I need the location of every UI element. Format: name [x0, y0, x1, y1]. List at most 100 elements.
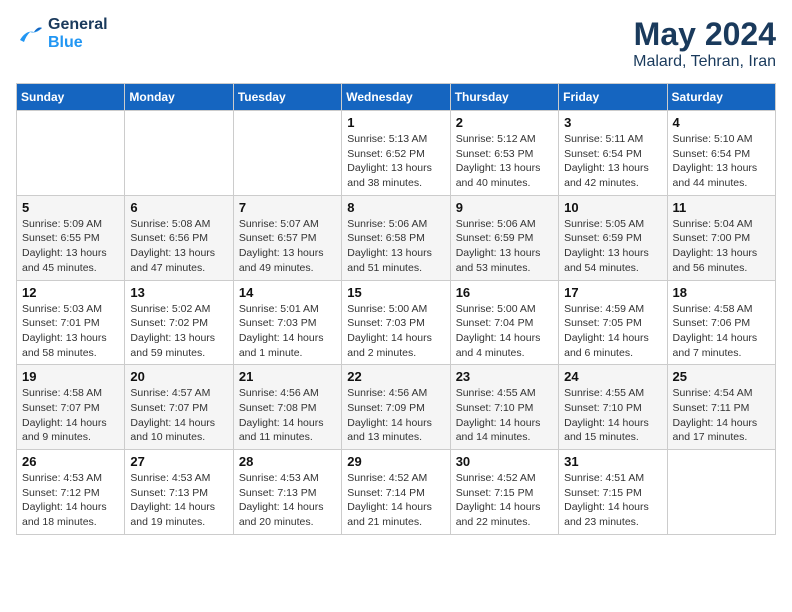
- calendar-week-row: 26 Sunrise: 4:53 AM Sunset: 7:12 PM Dayli…: [17, 450, 776, 535]
- day-number: 19: [22, 369, 119, 384]
- calendar-cell: 10 Sunrise: 5:05 AM Sunset: 6:59 PM Dayli…: [559, 195, 667, 280]
- calendar-cell: 17 Sunrise: 4:59 AM Sunset: 7:05 PM Dayli…: [559, 280, 667, 365]
- day-info: Sunrise: 4:52 AM Sunset: 7:15 PM Dayligh…: [456, 471, 553, 530]
- calendar-cell: [17, 111, 125, 196]
- calendar-cell: 12 Sunrise: 5:03 AM Sunset: 7:01 PM Dayli…: [17, 280, 125, 365]
- calendar-cell: 30 Sunrise: 4:52 AM Sunset: 7:15 PM Dayli…: [450, 450, 558, 535]
- day-info: Sunrise: 4:56 AM Sunset: 7:09 PM Dayligh…: [347, 386, 444, 445]
- day-number: 25: [673, 369, 770, 384]
- weekday-header: Wednesday: [342, 84, 450, 111]
- weekday-header: Monday: [125, 84, 233, 111]
- day-number: 23: [456, 369, 553, 384]
- day-number: 26: [22, 454, 119, 469]
- day-number: 9: [456, 200, 553, 215]
- calendar-cell: 4Sunrise: 5:10 AM Sunset: 6:54 PM Daylig…: [667, 111, 775, 196]
- calendar-cell: 22 Sunrise: 4:56 AM Sunset: 7:09 PM Dayli…: [342, 365, 450, 450]
- day-number: 3: [564, 115, 661, 130]
- day-number: 8: [347, 200, 444, 215]
- calendar-cell: 9 Sunrise: 5:06 AM Sunset: 6:59 PM Daylig…: [450, 195, 558, 280]
- calendar-cell: 16 Sunrise: 5:00 AM Sunset: 7:04 PM Dayli…: [450, 280, 558, 365]
- calendar-cell: 29Sunrise: 4:52 AM Sunset: 7:14 PM Dayli…: [342, 450, 450, 535]
- calendar-cell: 3 Sunrise: 5:11 AM Sunset: 6:54 PM Daylig…: [559, 111, 667, 196]
- calendar-cell: 21 Sunrise: 4:56 AM Sunset: 7:08 PM Dayli…: [233, 365, 341, 450]
- weekday-header: Friday: [559, 84, 667, 111]
- calendar-cell: 27 Sunrise: 4:53 AM Sunset: 7:13 PM Dayli…: [125, 450, 233, 535]
- calendar-cell: 24 Sunrise: 4:55 AM Sunset: 7:10 PM Dayli…: [559, 365, 667, 450]
- day-info: Sunrise: 4:51 AM Sunset: 7:15 PM Dayligh…: [564, 471, 661, 530]
- day-info: Sunrise: 5:00 AM Sunset: 7:04 PM Dayligh…: [456, 302, 553, 361]
- calendar-cell: 20 Sunrise: 4:57 AM Sunset: 7:07 PM Dayli…: [125, 365, 233, 450]
- day-number: 28: [239, 454, 336, 469]
- day-number: 31: [564, 454, 661, 469]
- day-info: Sunrise: 5:04 AM Sunset: 7:00 PM Dayligh…: [673, 217, 770, 276]
- day-info: Sunrise: 5:11 AM Sunset: 6:54 PM Dayligh…: [564, 132, 661, 191]
- calendar-cell: 5Sunrise: 5:09 AM Sunset: 6:55 PM Daylig…: [17, 195, 125, 280]
- calendar-cell: 2Sunrise: 5:12 AM Sunset: 6:53 PM Daylig…: [450, 111, 558, 196]
- calendar-cell: 11 Sunrise: 5:04 AM Sunset: 7:00 PM Dayli…: [667, 195, 775, 280]
- day-number: 20: [130, 369, 227, 384]
- day-info: Sunrise: 4:53 AM Sunset: 7:12 PM Dayligh…: [22, 471, 119, 530]
- day-info: Sunrise: 5:03 AM Sunset: 7:01 PM Dayligh…: [22, 302, 119, 361]
- day-number: 27: [130, 454, 227, 469]
- day-info: Sunrise: 5:13 AM Sunset: 6:52 PM Dayligh…: [347, 132, 444, 191]
- calendar-cell: 31 Sunrise: 4:51 AM Sunset: 7:15 PM Dayli…: [559, 450, 667, 535]
- calendar-cell: 6 Sunrise: 5:08 AM Sunset: 6:56 PM Daylig…: [125, 195, 233, 280]
- day-number: 10: [564, 200, 661, 215]
- weekday-header: Thursday: [450, 84, 558, 111]
- calendar-body: 1 Sunrise: 5:13 AM Sunset: 6:52 PM Daylig…: [17, 111, 776, 535]
- calendar-cell: 25 Sunrise: 4:54 AM Sunset: 7:11 PM Dayli…: [667, 365, 775, 450]
- day-info: Sunrise: 5:05 AM Sunset: 6:59 PM Dayligh…: [564, 217, 661, 276]
- calendar-cell: 7Sunrise: 5:07 AM Sunset: 6:57 PM Daylig…: [233, 195, 341, 280]
- day-info: Sunrise: 4:57 AM Sunset: 7:07 PM Dayligh…: [130, 386, 227, 445]
- day-info: Sunrise: 5:06 AM Sunset: 6:59 PM Dayligh…: [456, 217, 553, 276]
- logo-icon: [16, 22, 44, 46]
- calendar-week-row: 12 Sunrise: 5:03 AM Sunset: 7:01 PM Dayli…: [17, 280, 776, 365]
- day-number: 13: [130, 285, 227, 300]
- day-number: 15: [347, 285, 444, 300]
- day-info: Sunrise: 5:06 AM Sunset: 6:58 PM Dayligh…: [347, 217, 444, 276]
- day-info: Sunrise: 5:02 AM Sunset: 7:02 PM Dayligh…: [130, 302, 227, 361]
- calendar-cell: 18 Sunrise: 4:58 AM Sunset: 7:06 PM Dayli…: [667, 280, 775, 365]
- day-info: Sunrise: 4:55 AM Sunset: 7:10 PM Dayligh…: [564, 386, 661, 445]
- day-number: 6: [130, 200, 227, 215]
- day-info: Sunrise: 5:00 AM Sunset: 7:03 PM Dayligh…: [347, 302, 444, 361]
- day-number: 29: [347, 454, 444, 469]
- day-info: Sunrise: 4:55 AM Sunset: 7:10 PM Dayligh…: [456, 386, 553, 445]
- day-number: 18: [673, 285, 770, 300]
- day-number: 16: [456, 285, 553, 300]
- calendar-week-row: 1 Sunrise: 5:13 AM Sunset: 6:52 PM Daylig…: [17, 111, 776, 196]
- day-info: Sunrise: 4:58 AM Sunset: 7:06 PM Dayligh…: [673, 302, 770, 361]
- calendar-cell: 15 Sunrise: 5:00 AM Sunset: 7:03 PM Dayli…: [342, 280, 450, 365]
- day-info: Sunrise: 4:58 AM Sunset: 7:07 PM Dayligh…: [22, 386, 119, 445]
- day-number: 11: [673, 200, 770, 215]
- day-info: Sunrise: 5:08 AM Sunset: 6:56 PM Dayligh…: [130, 217, 227, 276]
- day-info: Sunrise: 4:59 AM Sunset: 7:05 PM Dayligh…: [564, 302, 661, 361]
- calendar-cell: 26 Sunrise: 4:53 AM Sunset: 7:12 PM Dayli…: [17, 450, 125, 535]
- day-info: Sunrise: 4:54 AM Sunset: 7:11 PM Dayligh…: [673, 386, 770, 445]
- day-number: 12: [22, 285, 119, 300]
- calendar-header: SundayMondayTuesdayWednesdayThursdayFrid…: [17, 84, 776, 111]
- calendar-week-row: 19 Sunrise: 4:58 AM Sunset: 7:07 PM Dayli…: [17, 365, 776, 450]
- day-number: 30: [456, 454, 553, 469]
- weekday-header: Saturday: [667, 84, 775, 111]
- day-number: 2: [456, 115, 553, 130]
- day-info: Sunrise: 4:53 AM Sunset: 7:13 PM Dayligh…: [239, 471, 336, 530]
- weekday-header: Sunday: [17, 84, 125, 111]
- calendar-cell: 8 Sunrise: 5:06 AM Sunset: 6:58 PM Daylig…: [342, 195, 450, 280]
- calendar-cell: 23 Sunrise: 4:55 AM Sunset: 7:10 PM Dayli…: [450, 365, 558, 450]
- day-number: 22: [347, 369, 444, 384]
- day-info: Sunrise: 4:56 AM Sunset: 7:08 PM Dayligh…: [239, 386, 336, 445]
- weekday-header: Tuesday: [233, 84, 341, 111]
- day-info: Sunrise: 4:53 AM Sunset: 7:13 PM Dayligh…: [130, 471, 227, 530]
- calendar-cell: 1 Sunrise: 5:13 AM Sunset: 6:52 PM Daylig…: [342, 111, 450, 196]
- day-info: Sunrise: 5:07 AM Sunset: 6:57 PM Dayligh…: [239, 217, 336, 276]
- calendar-cell: 13 Sunrise: 5:02 AM Sunset: 7:02 PM Dayli…: [125, 280, 233, 365]
- calendar-cell: [667, 450, 775, 535]
- day-number: 17: [564, 285, 661, 300]
- day-number: 21: [239, 369, 336, 384]
- page-header: General Blue May 2024 Malard, Tehran, Ir…: [16, 16, 776, 71]
- day-number: 1: [347, 115, 444, 130]
- calendar-cell: [125, 111, 233, 196]
- weekday-header-row: SundayMondayTuesdayWednesdayThursdayFrid…: [17, 84, 776, 111]
- day-number: 24: [564, 369, 661, 384]
